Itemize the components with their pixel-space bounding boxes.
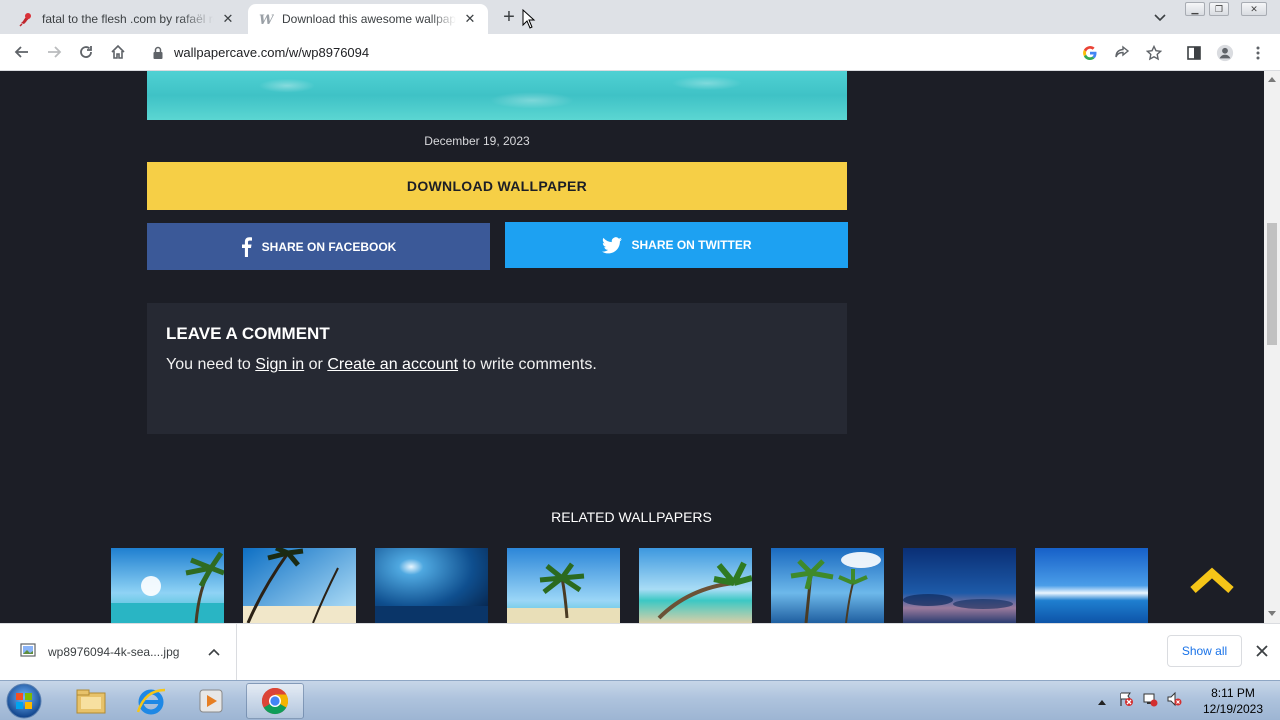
close-tab-icon[interactable]: ✕: [462, 11, 478, 27]
google-lens-icon[interactable]: [1081, 44, 1099, 62]
related-wallpaper-thumb[interactable]: [771, 548, 884, 623]
taskbar-internet-explorer[interactable]: [122, 683, 180, 719]
wallpaper-preview-image[interactable]: [147, 71, 847, 120]
volume-muted-icon[interactable]: [1166, 691, 1182, 712]
side-panel-icon[interactable]: [1185, 44, 1203, 62]
tab-title: fatal to the flesh .com by rafaël ro: [42, 12, 214, 26]
tab-strip: fatal to the flesh .com by rafaël ro ✕ W…: [0, 0, 1280, 34]
comment-login-prompt: You need to Sign in or Create an account…: [166, 356, 828, 374]
related-wallpaper-thumb[interactable]: [375, 548, 488, 623]
show-all-downloads-button[interactable]: Show all: [1167, 635, 1242, 667]
twitter-bird-icon: [601, 236, 622, 253]
action-center-flag-icon[interactable]: [1118, 691, 1134, 712]
network-icon[interactable]: [1142, 691, 1158, 712]
wallpapercave-w-icon: W: [258, 11, 274, 27]
taskbar-file-explorer[interactable]: [62, 683, 120, 719]
mouse-cursor-icon: [522, 8, 536, 34]
download-shelf: wp8976094-4k-sea....jpg Show all: [0, 623, 1280, 680]
comment-heading: LEAVE A COMMENT: [166, 324, 330, 343]
scrollbar-thumb[interactable]: [1267, 223, 1277, 345]
reload-button[interactable]: [76, 42, 96, 62]
tab-fatal-to-the-flesh[interactable]: fatal to the flesh .com by rafaël ro ✕: [8, 4, 246, 34]
related-wallpaper-thumb[interactable]: [111, 548, 224, 623]
comment-section: LEAVE A COMMENT You need to Sign in or C…: [147, 303, 847, 434]
related-wallpaper-thumb[interactable]: [507, 548, 620, 623]
share-facebook-label: SHARE ON FACEBOOK: [261, 239, 397, 254]
download-wallpaper-button[interactable]: DOWNLOAD WALLPAPER: [147, 162, 847, 210]
scroll-to-top-chevron-icon[interactable]: [1188, 566, 1236, 596]
page-content: December 19, 2023 DOWNLOAD WALLPAPER SHA…: [0, 71, 1264, 623]
tab-title: Download this awesome wallpaper: [282, 12, 456, 26]
media-player-icon: [199, 689, 223, 713]
vertical-scrollbar[interactable]: [1264, 71, 1280, 623]
tab-wallpapercave[interactable]: W Download this awesome wallpaper ✕: [248, 4, 488, 34]
related-wallpapers-heading: RELATED WALLPAPERS: [0, 509, 1264, 525]
system-tray: [1098, 691, 1182, 711]
chevron-up-icon[interactable]: [208, 643, 220, 661]
share-on-facebook-button[interactable]: SHARE ON FACEBOOK: [147, 223, 490, 270]
clock-date: 12/19/2023: [1202, 702, 1264, 716]
related-wallpapers-label: RELATED WALLPAPERS: [551, 509, 712, 525]
folder-icon: [76, 689, 106, 714]
create-account-link[interactable]: Create an account: [327, 356, 458, 373]
taskbar-chrome[interactable]: [246, 683, 304, 719]
bookmark-star-icon[interactable]: [1145, 44, 1163, 62]
home-button[interactable]: [108, 42, 128, 62]
related-wallpaper-thumb[interactable]: [1035, 548, 1148, 623]
close-shelf-icon[interactable]: [1254, 643, 1270, 659]
profile-avatar-icon[interactable]: [1216, 44, 1234, 62]
clock-time: 8:11 PM: [1211, 686, 1255, 700]
kebab-menu-icon[interactable]: [1249, 44, 1267, 62]
tab-search-chevron-icon[interactable]: [1152, 9, 1168, 25]
download-filename: wp8976094-4k-sea....jpg: [48, 645, 180, 659]
show-hidden-icons-icon[interactable]: [1098, 692, 1106, 710]
facebook-icon: [241, 236, 252, 257]
minimize-button[interactable]: ▁: [1185, 2, 1205, 16]
related-wallpaper-thumb[interactable]: [243, 548, 356, 623]
upload-date: December 19, 2023: [424, 134, 530, 148]
comment-or: or: [304, 356, 328, 373]
system-clock[interactable]: 8:11 PM 12/19/2023: [1195, 685, 1271, 717]
red-rose-icon: [18, 11, 34, 27]
related-wallpaper-thumb[interactable]: [639, 548, 752, 623]
taskbar-media-player[interactable]: [182, 683, 240, 719]
url-text: wallpapercave.com/w/wp8976094: [174, 45, 370, 60]
svg-text:W: W: [259, 13, 274, 27]
browser-toolbar: wallpapercave.com/w/wp8976094: [0, 34, 1280, 71]
back-button[interactable]: [12, 42, 32, 62]
close-tab-icon[interactable]: ✕: [220, 11, 236, 27]
comment-suffix: to write comments.: [458, 356, 597, 373]
image-file-icon: [20, 642, 36, 663]
new-tab-button[interactable]: +: [498, 7, 520, 29]
share-twitter-label: SHARE ON TWITTER: [631, 238, 752, 252]
share-on-twitter-button[interactable]: SHARE ON TWITTER: [505, 222, 848, 268]
restore-button[interactable]: ❐: [1209, 2, 1229, 16]
share-icon[interactable]: [1113, 44, 1131, 62]
lock-icon[interactable]: [152, 46, 164, 65]
start-button[interactable]: [4, 682, 44, 720]
related-wallpaper-thumb[interactable]: [903, 548, 1016, 623]
address-bar[interactable]: wallpapercave.com/w/wp8976094: [140, 38, 1174, 67]
windows-taskbar: 8:11 PM 12/19/2023: [0, 680, 1280, 720]
scroll-up-arrow-icon[interactable]: [1268, 77, 1276, 82]
comment-prefix: You need to: [166, 356, 256, 373]
internet-explorer-icon: [136, 688, 166, 715]
window-close-button[interactable]: ✕: [1241, 2, 1267, 16]
forward-button[interactable]: [44, 42, 64, 62]
scroll-down-arrow-icon[interactable]: [1268, 611, 1276, 616]
download-item[interactable]: wp8976094-4k-sea....jpg: [0, 624, 237, 680]
chrome-icon: [261, 687, 289, 715]
sign-in-link[interactable]: Sign in: [255, 356, 304, 373]
